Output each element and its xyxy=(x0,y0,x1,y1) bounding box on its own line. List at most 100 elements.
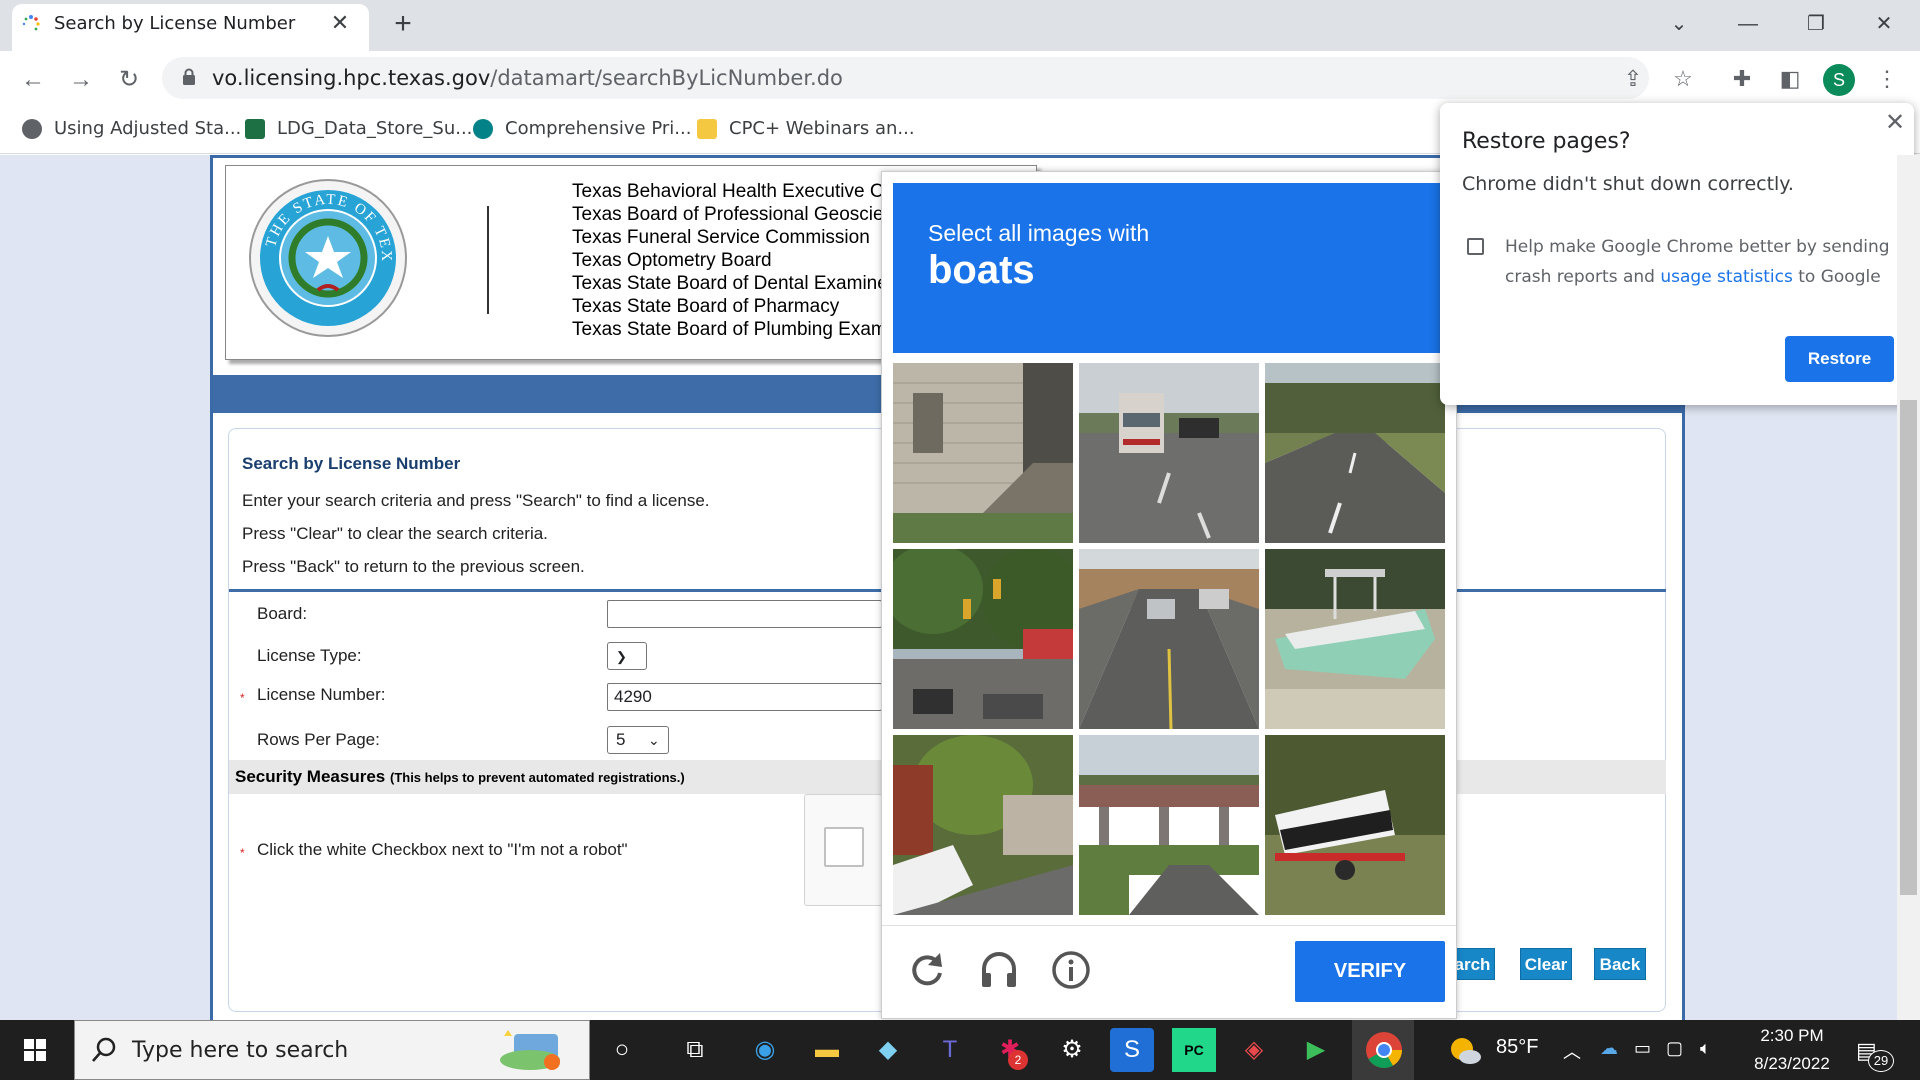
loading-favicon-icon xyxy=(22,15,40,31)
clear-button[interactable]: Clear xyxy=(1520,948,1572,980)
folder-icon xyxy=(697,119,717,139)
captcha-footer-divider xyxy=(882,925,1456,926)
captcha-keyword: boats xyxy=(928,248,1035,292)
agency-name: Texas State Board of Plumbing Examir xyxy=(572,319,898,340)
captcha-prompt: Select all images with xyxy=(928,220,1150,246)
skype-icon[interactable]: S xyxy=(1110,1028,1154,1072)
bookmark-item[interactable]: Using Adjusted Sta... xyxy=(22,114,241,144)
captcha-tile[interactable] xyxy=(1265,549,1445,729)
form-title: Search by License Number xyxy=(242,454,461,473)
agency-name: Texas Behavioral Health Executive Co xyxy=(572,181,895,202)
chrome-icon[interactable] xyxy=(1362,1028,1406,1072)
license-number-label: License Number: xyxy=(257,685,386,704)
task-view-icon[interactable]: ⧉ xyxy=(673,1028,717,1072)
settings-gear-icon[interactable]: ⚙ xyxy=(1050,1028,1094,1072)
agency-name: Texas State Board of Dental Examiners xyxy=(572,273,904,294)
weather-temp[interactable]: 85°F xyxy=(1496,1036,1538,1059)
agency-name: Texas Optometry Board xyxy=(572,250,772,271)
git-icon[interactable]: ◈ xyxy=(1232,1028,1276,1072)
restore-title: Restore pages? xyxy=(1462,129,1631,154)
required-asterisk: * xyxy=(240,846,245,860)
board-label: Board: xyxy=(257,604,308,623)
pycharm-icon[interactable]: PC xyxy=(1172,1028,1216,1072)
network-icon[interactable]: ▢ xyxy=(1666,1038,1683,1059)
volume-icon[interactable]: 🔈︎ xyxy=(1700,1038,1711,1059)
show-hidden-icons-icon[interactable]: ︿ xyxy=(1563,1038,1581,1064)
scrollbar-thumb[interactable] xyxy=(1900,400,1917,895)
onedrive-icon[interactable]: ☁ xyxy=(1600,1038,1618,1059)
usage-statistics-link[interactable]: usage statistics xyxy=(1660,267,1792,287)
instruction-text: Enter your search criteria and press "Se… xyxy=(242,491,710,510)
bookmark-item[interactable]: CPC+ Webinars an... xyxy=(697,114,915,144)
verify-button[interactable]: VERIFY xyxy=(1295,941,1445,1002)
minimize-icon[interactable]: — xyxy=(1722,6,1774,42)
extensions-puzzle-icon[interactable]: ✚ xyxy=(1725,62,1759,96)
weather-sun-icon xyxy=(1451,1038,1481,1064)
sharepoint-icon xyxy=(473,119,493,139)
license-type-select[interactable]: ❯ xyxy=(607,642,647,670)
forward-arrow-icon[interactable]: → xyxy=(64,63,98,97)
url-text[interactable]: vo.licensing.hpc.texas.gov/datamart/sear… xyxy=(212,66,843,90)
rows-per-page-label: Rows Per Page: xyxy=(257,730,380,749)
robot-instruction: Click the white Checkbox next to "I'm no… xyxy=(257,840,628,859)
instruction-text: Press "Clear" to clear the search criter… xyxy=(242,524,548,543)
search-icon xyxy=(92,1037,116,1062)
agency-name: Texas Board of Professional Geoscient xyxy=(572,204,900,225)
required-asterisk: * xyxy=(240,691,245,705)
restore-message: Chrome didn't shut down correctly. xyxy=(1462,173,1794,195)
back-arrow-icon[interactable]: ← xyxy=(16,63,50,97)
close-window-icon[interactable]: ✕ xyxy=(1858,6,1910,42)
windows-start-icon[interactable] xyxy=(0,1020,70,1080)
back-button[interactable]: Back xyxy=(1594,948,1646,980)
media-player-icon[interactable]: ▶ xyxy=(1294,1028,1338,1072)
instruction-text: Press "Back" to return to the previous s… xyxy=(242,557,585,576)
share-icon[interactable]: ⇪ xyxy=(1616,62,1650,96)
lock-icon[interactable] xyxy=(182,68,196,86)
restore-window-icon[interactable]: ❐ xyxy=(1790,6,1842,42)
captcha-tile[interactable] xyxy=(1265,363,1445,543)
clock-date[interactable]: 8/23/2022 xyxy=(1742,1054,1842,1074)
bookmark-item[interactable]: LDG_Data_Store_Su... xyxy=(245,114,472,144)
captcha-tile[interactable] xyxy=(1079,549,1259,729)
captcha-tile[interactable] xyxy=(893,549,1073,729)
reload-icon[interactable] xyxy=(906,949,948,991)
captcha-tile[interactable] xyxy=(893,735,1073,915)
cortana-icon[interactable]: ○ xyxy=(600,1028,644,1072)
captcha-tile[interactable] xyxy=(1079,735,1259,915)
tab-title: Search by License Number xyxy=(54,13,296,34)
notification-count: 29 xyxy=(1868,1050,1894,1072)
texas-seal-logo: THE STATE OF TEXAS xyxy=(248,178,407,337)
bookmark-item[interactable]: Comprehensive Pri... xyxy=(473,114,691,144)
tab-close-icon[interactable]: ✕ xyxy=(327,10,353,36)
clock-time[interactable]: 2:30 PM xyxy=(1752,1026,1832,1046)
bookmark-star-icon[interactable]: ☆ xyxy=(1666,62,1700,96)
license-number-input[interactable]: 4290 xyxy=(607,683,882,711)
reload-icon[interactable]: ↻ xyxy=(112,63,146,97)
kebab-menu-icon[interactable]: ⋮ xyxy=(1870,62,1904,96)
captcha-tile[interactable] xyxy=(1079,363,1259,543)
file-explorer-icon[interactable]: ▬ xyxy=(805,1028,849,1072)
rows-per-page-select[interactable]: 5 ⌄ xyxy=(607,726,669,754)
captcha-tile[interactable] xyxy=(1265,735,1445,915)
security-title: Security Measures (This helps to prevent… xyxy=(235,767,685,786)
notepad-icon[interactable]: ◆ xyxy=(866,1028,910,1072)
agency-name: Texas State Board of Pharmacy xyxy=(572,296,840,317)
restore-button[interactable]: Restore xyxy=(1785,336,1894,382)
new-tab-button[interactable]: + xyxy=(386,9,420,43)
recaptcha-checkbox[interactable] xyxy=(824,827,864,867)
captcha-tile[interactable] xyxy=(893,363,1073,543)
close-icon[interactable]: ✕ xyxy=(1882,110,1908,136)
profile-avatar[interactable]: S xyxy=(1823,64,1855,96)
headphones-icon[interactable] xyxy=(978,949,1020,991)
edge-icon[interactable]: ◉ xyxy=(743,1028,787,1072)
teams-icon[interactable]: T xyxy=(928,1028,972,1072)
side-panel-icon[interactable]: ◧ xyxy=(1773,62,1807,96)
info-icon[interactable] xyxy=(1050,949,1092,991)
taskbar-search-placeholder: Type here to search xyxy=(132,1038,349,1063)
battery-icon[interactable]: ▭ xyxy=(1634,1038,1651,1059)
agency-name: Texas Funeral Service Commission xyxy=(572,227,870,248)
tab-search-chevron-icon[interactable]: ⌄ xyxy=(1653,6,1705,42)
board-input[interactable] xyxy=(607,600,882,628)
crash-report-checkbox[interactable] xyxy=(1467,238,1484,255)
globe-icon xyxy=(22,119,42,139)
